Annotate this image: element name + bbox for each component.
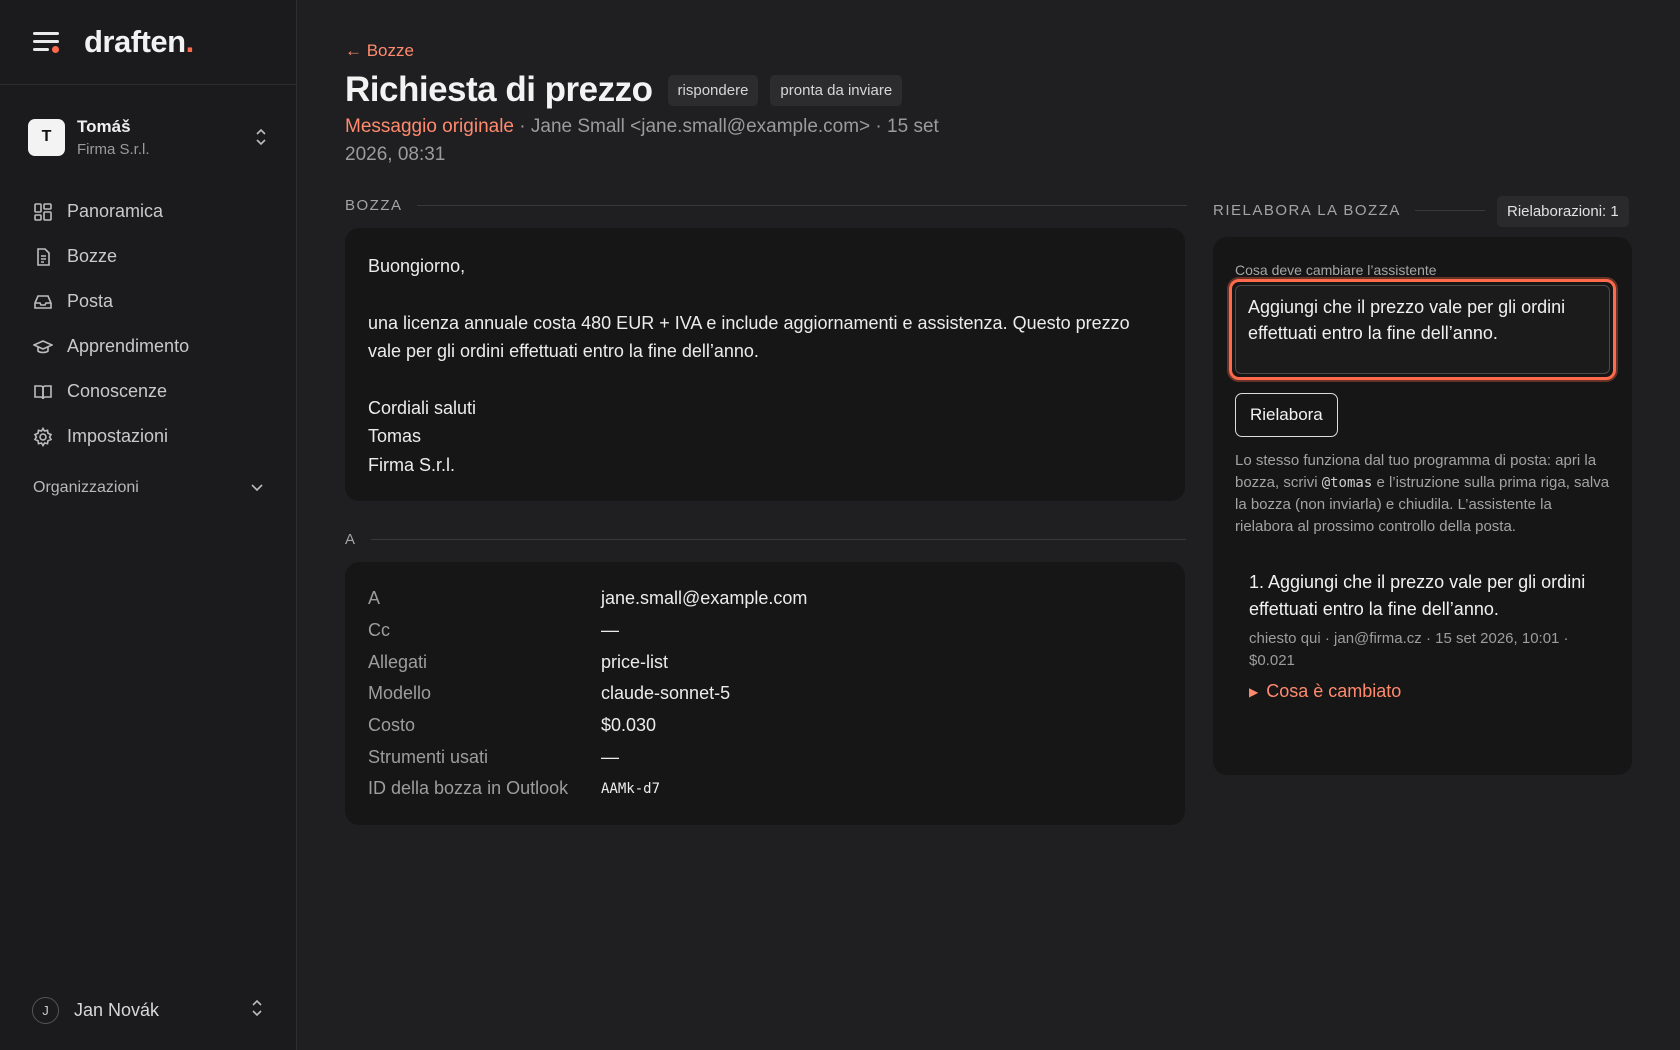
history-title: 1. Aggiungi che il prezzo vale per gli o…: [1249, 572, 1586, 619]
detail-row-cc: Cc —: [368, 620, 619, 641]
sidebar-item-impostazioni[interactable]: Impostazioni: [32, 414, 296, 459]
rework-section-header: RIELABORA LA BOZZA: [1213, 202, 1485, 219]
detail-row-attachments: Allegati price-list: [368, 651, 669, 672]
rework-count-badge: Rielaborazioni: 1: [1497, 196, 1629, 227]
title-row: Richiesta di prezzo rispondere pronta da…: [345, 70, 903, 110]
sidebar-item-panoramica[interactable]: Panoramica: [32, 189, 296, 234]
detail-row-to: Ajane.small@example.com: [368, 588, 808, 609]
what-changed-label: Cosa è cambiato: [1266, 681, 1402, 701]
organizations-toggle[interactable]: Organizzazioni: [0, 479, 296, 497]
rework-history-item: 1. Aggiungi che il prezzo vale per gli o…: [1235, 569, 1610, 702]
account-avatar: T: [28, 118, 65, 156]
account-switcher[interactable]: T Tomáš Firma S.r.l.: [0, 85, 296, 189]
book-icon: [32, 381, 54, 403]
grid-icon: [32, 201, 54, 223]
sidebar-item-label: Posta: [67, 291, 114, 311]
details-section-header: A: [345, 531, 1186, 548]
status-badge: rispondere: [667, 74, 759, 106]
history-meta: chiesto qui · jan@firma.cz · 15 set 2026…: [1249, 630, 1569, 669]
draft-closing: Cordiali saluti: [368, 397, 477, 418]
sidebar-item-bozze[interactable]: Bozze: [32, 234, 296, 279]
page-title: Richiesta di prezzo: [345, 70, 653, 109]
account-name: Tomáš: [77, 116, 131, 136]
details-card: Ajane.small@example.com Cc — Allegati pric…: [345, 562, 1185, 825]
detail-row-cost: Costo $0.030: [368, 715, 657, 736]
user-menu[interactable]: J Jan Novák: [32, 994, 264, 1026]
sidebar-item-posta[interactable]: Posta: [32, 279, 296, 324]
status-badge: pronta da inviare: [770, 74, 903, 106]
document-icon: [32, 246, 54, 268]
sidebar-item-label: Impostazioni: [67, 426, 169, 446]
sidebar-item-label: Bozze: [67, 246, 118, 266]
chevron-down-icon: [250, 479, 264, 497]
sidebar-item-label: Conoscenze: [67, 381, 168, 401]
message-meta: Messaggio originale · Jane Small <jane.s…: [345, 113, 985, 169]
user-avatar: J: [32, 996, 59, 1024]
menu-icon[interactable]: [33, 31, 59, 53]
help-text: Lo stesso funziona dal tuo programma di …: [1235, 452, 1610, 535]
triangle-right-icon: ▶: [1249, 684, 1259, 699]
draft-body: una licenza annuale costa 480 EUR + IVA …: [368, 312, 1130, 362]
logo-row: draften.: [0, 0, 296, 85]
details-section-label: A: [345, 531, 357, 548]
original-message-link[interactable]: Messaggio originale: [345, 116, 514, 137]
draft-signature-name: Tomas: [368, 426, 422, 446]
organizations-label: Organizzazioni: [33, 479, 139, 496]
gear-icon: [32, 426, 54, 448]
sidebar-item-label: Panoramica: [67, 201, 164, 221]
user-name: Jan Novák: [74, 999, 160, 1020]
instruction-label: Cosa deve cambiare l’assistente: [1235, 262, 1437, 278]
rework-button[interactable]: Rielabora: [1235, 393, 1338, 437]
sidebar: draften. T Tomáš Firma S.r.l. Panoramica…: [0, 0, 297, 1050]
instruction-textarea[interactable]: Aggiungi che il prezzo vale per gli ordi…: [1229, 279, 1616, 380]
back-link[interactable]: ← Bozze: [345, 41, 414, 61]
sidebar-item-apprendimento[interactable]: Apprendimento: [32, 324, 296, 369]
account-org: Firma S.r.l.: [77, 140, 150, 158]
draft-card: Buongiorno, una licenza annuale costa 48…: [345, 228, 1185, 501]
what-changed-toggle[interactable]: ▶ Cosa è cambiato: [1249, 681, 1610, 702]
detail-row-model: Modello claude-sonnet-5: [368, 683, 731, 704]
chevron-up-down-icon: [254, 127, 268, 147]
draft-section-label: BOZZA: [345, 197, 403, 214]
inbox-icon: [32, 291, 54, 313]
chevron-up-down-icon: [250, 998, 264, 1023]
detail-row-tools: Strumenti usati —: [368, 746, 619, 767]
detail-row-outlook-id: ID della bozza in Outlook AAMk-d7: [368, 778, 661, 799]
rework-section-label: RIELABORA LA BOZZA: [1213, 202, 1401, 219]
graduation-cap-icon: [32, 336, 54, 358]
sidebar-item-label: Apprendimento: [67, 336, 190, 356]
app-logo[interactable]: draften.: [84, 24, 194, 60]
sidebar-item-conoscenze[interactable]: Conoscenze: [32, 369, 296, 414]
rework-card: Cosa deve cambiare l’assistente Aggiungi…: [1213, 237, 1632, 775]
instruction-text[interactable]: Aggiungi che il prezzo vale per gli ordi…: [1235, 285, 1610, 374]
mention-code: @tomas: [1321, 475, 1373, 491]
sidebar-nav: Panoramica Bozze Posta Apprendimento Con…: [0, 189, 296, 459]
draft-signature-org: Firma S.r.l.: [368, 454, 456, 475]
draft-greeting: Buongiorno,: [368, 256, 466, 276]
draft-section-header: BOZZA: [345, 197, 1187, 214]
